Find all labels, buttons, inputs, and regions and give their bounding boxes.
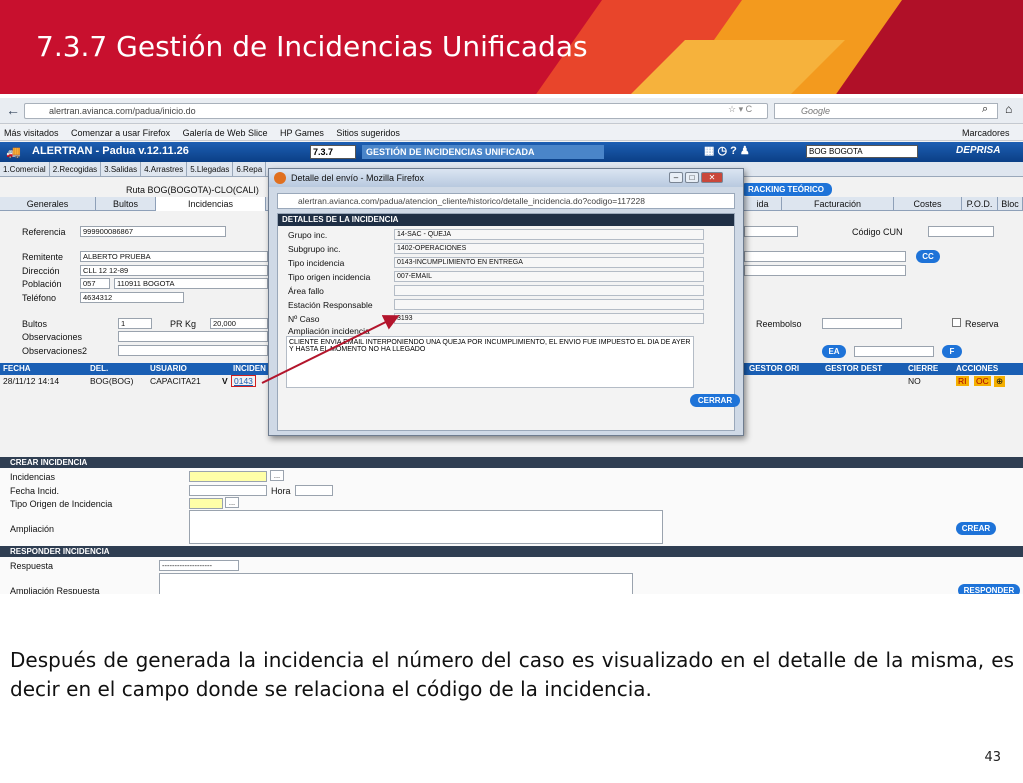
slide-title: 7.3.7 Gestión de Incidencias Unificadas [36,30,588,63]
page-number: 43 [984,750,1001,765]
annotation-arrow [261,315,400,384]
slide-caption: Después de generada la incidencia el núm… [10,648,1014,701]
slide-banner: 7.3.7 Gestión de Incidencias Unificadas [0,0,1023,94]
app-screenshot: ← alertran.avianca.com/padua/inicio.do ☆… [0,98,1023,594]
